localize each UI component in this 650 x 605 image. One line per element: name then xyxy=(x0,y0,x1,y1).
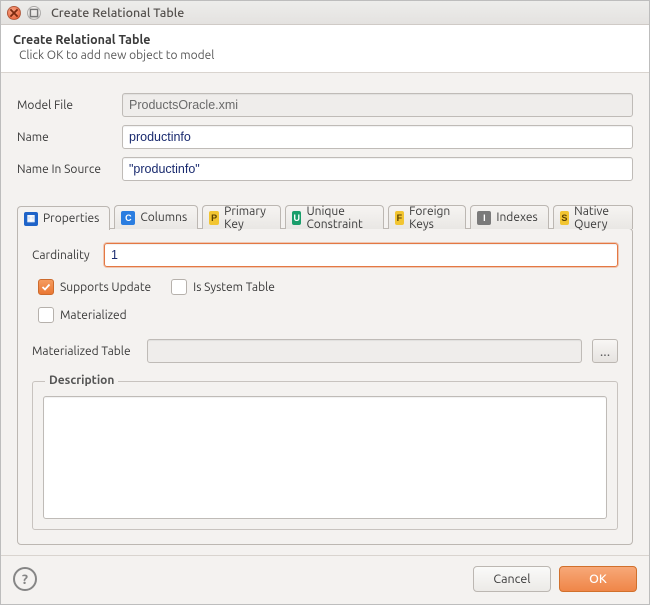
name-label: Name xyxy=(17,131,122,144)
tabs-container: ▦ Properties C Columns P Primary Key U U… xyxy=(17,205,633,545)
model-file-row: Model File xyxy=(17,93,633,117)
description-textarea[interactable] xyxy=(43,396,607,519)
tab-label: Primary Key xyxy=(224,205,270,231)
checkbox-box-checked-icon xyxy=(38,279,54,295)
ok-button[interactable]: OK xyxy=(559,566,637,592)
dialog-footer: ? Cancel OK xyxy=(1,555,649,604)
materialized-table-input xyxy=(147,339,582,363)
tab-label: Properties xyxy=(43,212,99,225)
window-title: Create Relational Table xyxy=(51,6,184,20)
supports-update-checkbox[interactable]: Supports Update xyxy=(38,279,151,295)
tab-indexes[interactable]: I Indexes xyxy=(470,205,548,229)
indexes-icon: I xyxy=(477,211,491,225)
dialog-title: Create Relational Table xyxy=(13,33,637,47)
description-group: Description xyxy=(32,381,618,530)
tab-label: Indexes xyxy=(496,211,537,224)
tab-strip: ▦ Properties C Columns P Primary Key U U… xyxy=(17,205,633,229)
tab-foreign-keys[interactable]: F Foreign Keys xyxy=(388,205,467,229)
window-minimize-icon[interactable] xyxy=(27,6,41,20)
cardinality-input[interactable] xyxy=(104,243,618,267)
cancel-button[interactable]: Cancel xyxy=(473,566,551,592)
materialized-table-label: Materialized Table xyxy=(32,345,137,358)
tab-panel-properties: Cardinality Supports Update Is xyxy=(17,228,633,545)
dialog-body: Model File Name Name In Source ▦ Propert… xyxy=(1,73,649,555)
help-icon[interactable]: ? xyxy=(13,567,37,591)
tab-unique-constraint[interactable]: U Unique Constraint xyxy=(285,205,384,229)
is-system-table-checkbox[interactable]: Is System Table xyxy=(171,279,275,295)
checkbox-label: Supports Update xyxy=(60,281,151,294)
materialized-table-row: Materialized Table ... xyxy=(32,339,618,363)
cardinality-row: Cardinality xyxy=(32,243,618,267)
model-file-label: Model File xyxy=(17,99,122,112)
checkbox-row-2: Materialized xyxy=(38,307,618,323)
window-close-icon[interactable] xyxy=(7,6,21,20)
model-file-input xyxy=(122,93,633,117)
tab-label: Columns xyxy=(140,211,187,224)
tab-label: Unique Constraint xyxy=(306,205,372,231)
tab-primary-key[interactable]: P Primary Key xyxy=(202,205,281,229)
checkbox-row-1: Supports Update Is System Table xyxy=(38,279,618,295)
table-icon: ▦ xyxy=(24,212,38,226)
cardinality-label: Cardinality xyxy=(32,249,104,262)
tab-label: Native Query xyxy=(574,205,622,231)
checkbox-box-icon xyxy=(38,307,54,323)
checkbox-box-icon xyxy=(171,279,187,295)
tab-label: Foreign Keys xyxy=(409,205,455,231)
dialog-subtitle: Click OK to add new object to model xyxy=(13,49,637,62)
checkbox-label: Is System Table xyxy=(193,281,275,294)
primary-key-icon: P xyxy=(209,211,219,225)
tab-native-query[interactable]: S Native Query xyxy=(553,205,633,229)
foreign-keys-icon: F xyxy=(395,211,404,225)
dialog-header: Create Relational Table Click OK to add … xyxy=(1,25,649,73)
title-bar: Create Relational Table xyxy=(1,1,649,25)
dialog-window: Create Relational Table Create Relationa… xyxy=(0,0,650,605)
name-in-source-row: Name In Source xyxy=(17,157,633,181)
materialized-checkbox[interactable]: Materialized xyxy=(38,307,127,323)
tab-properties[interactable]: ▦ Properties xyxy=(17,206,110,230)
description-label: Description xyxy=(45,374,118,387)
checkbox-label: Materialized xyxy=(60,309,127,322)
name-row: Name xyxy=(17,125,633,149)
name-in-source-label: Name In Source xyxy=(17,163,122,176)
unique-constraint-icon: U xyxy=(292,211,302,225)
browse-materialized-table-button[interactable]: ... xyxy=(592,339,618,363)
tab-columns[interactable]: C Columns xyxy=(114,205,198,229)
columns-icon: C xyxy=(121,211,135,225)
native-query-icon: S xyxy=(560,211,569,225)
name-in-source-input[interactable] xyxy=(122,157,633,181)
name-input[interactable] xyxy=(122,125,633,149)
